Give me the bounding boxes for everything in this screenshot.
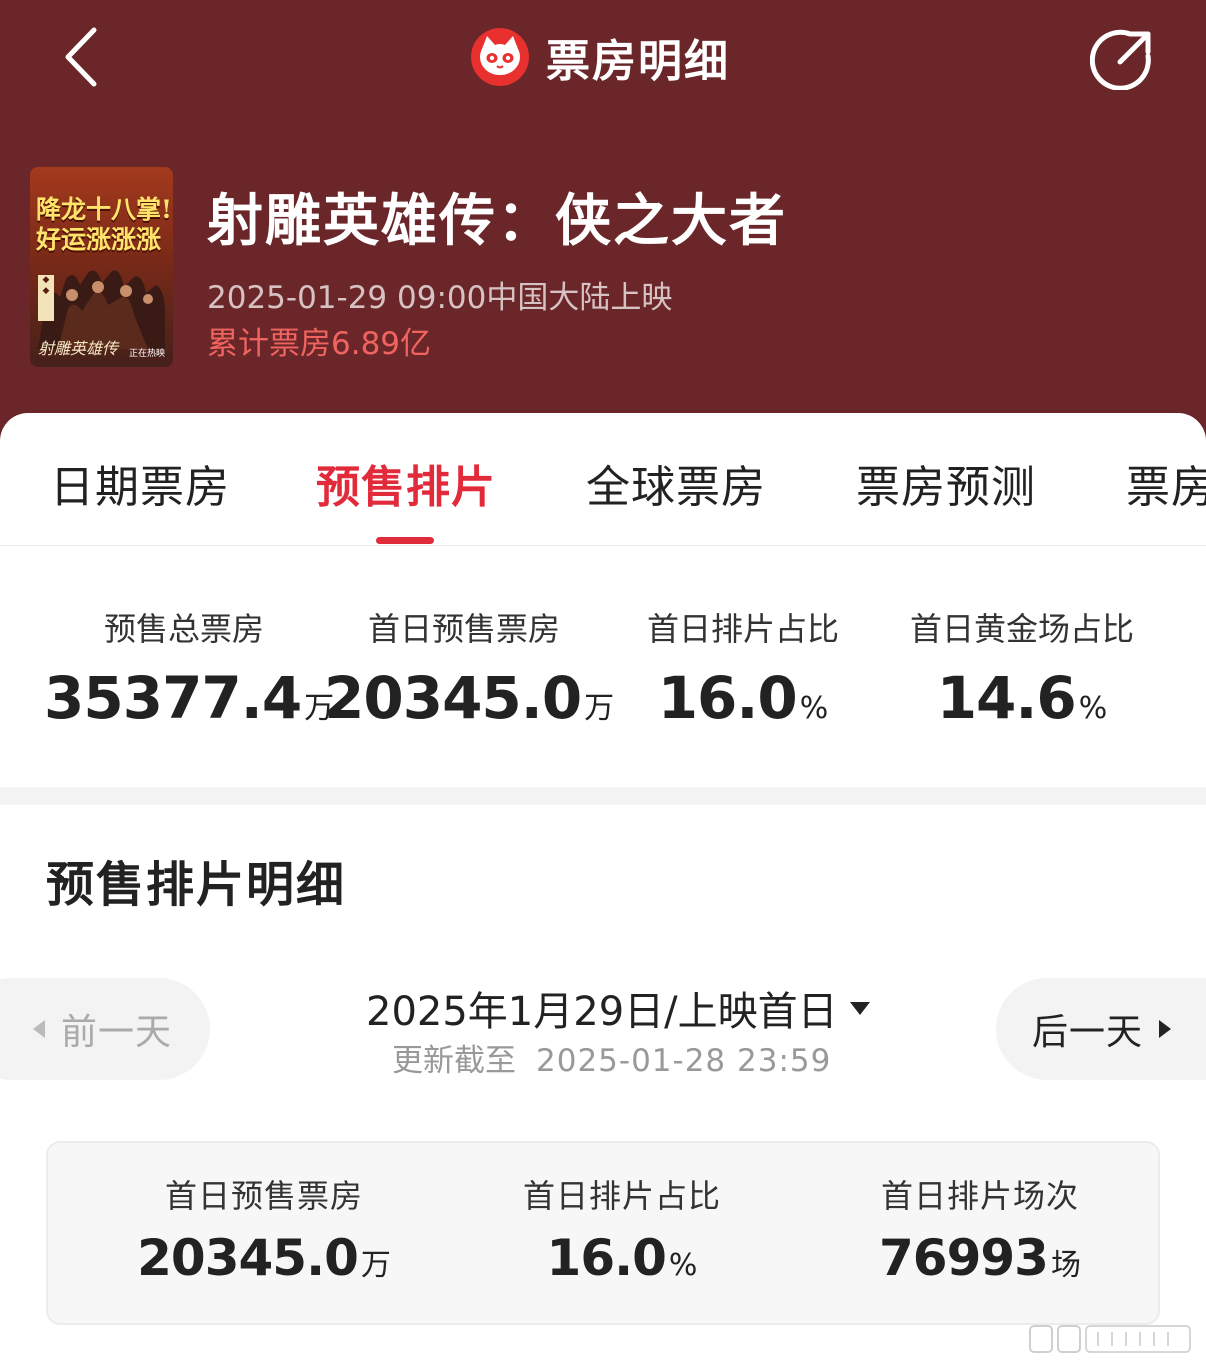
stat-value: 35377.4 万 <box>44 664 334 732</box>
cat-eye-logo-icon <box>471 28 529 86</box>
stat-value: 16.0% <box>603 664 883 732</box>
poster-slogan-line-1: 降龙十八掌! <box>36 195 169 224</box>
movie-poster[interactable]: 降龙十八掌! 好运涨涨涨 ◆ ◆ 射雕英雄传 正在热映 <box>30 167 173 367</box>
next-day-label: 后一天 <box>1032 1012 1144 1053</box>
poster-now-showing-tag: 正在热映 <box>128 349 165 359</box>
detail-first-day-schedule-share: 首日排片占比 16.0% <box>452 1171 792 1287</box>
daily-detail-panel: 首日预售票房 20345.0 万 首日排片占比 16.0% 首日排片场次 7699… <box>46 1141 1160 1325</box>
detail-first-day-presale: 首日预售票房 20345.0 万 <box>94 1171 434 1287</box>
share-icon <box>1089 29 1151 91</box>
tab-bar: 日期票房 预售排片 全球票房 票房预测 票房 <box>0 413 1206 546</box>
chevron-left-icon <box>65 27 97 87</box>
release-info: 2025-01-29 09:00中国大陆上映 <box>207 280 673 316</box>
top-nav: 票房明细 <box>0 0 1206 115</box>
nav-title-group: 票房明细 <box>470 24 730 90</box>
stat-unit: % <box>1078 691 1108 726</box>
update-time: 更新截至 2025-01-28 23:59 <box>392 1035 831 1080</box>
detail-number: 16.0 <box>546 1229 667 1287</box>
active-tab-indicator <box>376 537 434 544</box>
detail-unit: 万 <box>360 1248 391 1283</box>
stat-value: 20345.0 万 <box>324 664 614 732</box>
stat-number: 20345.0 <box>324 664 582 732</box>
stat-first-day-presale: 首日预售票房 20345.0 万 <box>324 604 614 732</box>
stat-first-day-prime-share: 首日黄金场占比 14.6% <box>882 604 1162 732</box>
detail-value: 20345.0 万 <box>94 1229 434 1287</box>
detail-first-day-screenings: 首日排片场次 76993 场 <box>810 1171 1150 1287</box>
date-selector[interactable]: 2025年1月29日/上映首日 <box>366 979 870 1037</box>
content-card: 日期票房 预售排片 全球票房 票房预测 票房 预售总票房 35377.4万 首日… <box>0 413 1206 1366</box>
detail-unit: 场 <box>1050 1248 1081 1283</box>
tab-presale-schedule[interactable]: 预售排片 <box>316 451 496 515</box>
caret-right-icon <box>1159 1020 1172 1038</box>
stat-label: 首日排片占比 <box>646 610 839 648</box>
stat-number: 35377.4 <box>44 664 302 732</box>
detail-number: 76993 <box>879 1229 1049 1287</box>
detail-number: 20345.0 <box>137 1229 359 1287</box>
caret-left-icon <box>32 1020 45 1038</box>
stat-number: 16.0 <box>657 664 798 732</box>
tab-global-box-office[interactable]: 全球票房 <box>586 451 766 515</box>
update-timestamp: 2025-01-28 23:59 <box>536 1043 832 1079</box>
stat-label: 首日预售票房 <box>367 610 560 648</box>
detail-value: 76993 场 <box>810 1229 1150 1287</box>
stat-label: 首日黄金场占比 <box>909 610 1134 648</box>
caret-down-icon <box>849 1001 870 1015</box>
page-title: 票房明细 <box>546 36 730 87</box>
cumulative-box-office: 累计票房6.89亿 <box>207 326 432 362</box>
stat-label: 预售总票房 <box>103 610 264 648</box>
movie-title: 射雕英雄传：侠之大者 <box>207 189 787 254</box>
update-prefix: 更新截至 <box>392 1043 516 1079</box>
current-date-label: 2025年1月29日/上映首日 <box>366 989 838 1035</box>
tab-box-office-forecast[interactable]: 票房预测 <box>856 451 1036 515</box>
back-button[interactable] <box>52 22 108 92</box>
share-button[interactable] <box>1089 26 1154 91</box>
watermark-logo-icon <box>1029 1325 1191 1353</box>
detail-label: 首日预售票房 <box>164 1177 363 1215</box>
tab-daily-box-office[interactable]: 日期票房 <box>50 451 230 515</box>
poster-film-title: 射雕英雄传 <box>38 339 119 358</box>
stat-first-day-schedule-share: 首日排片占比 16.0% <box>603 604 883 732</box>
detail-value: 16.0% <box>452 1229 792 1287</box>
presale-summary: 预售总票房 35377.4 万 首日预售票房 20345.0 万 首日排片占比 16… <box>0 546 1206 786</box>
stat-unit: % <box>799 691 829 726</box>
previous-day-button[interactable]: 前一天 <box>0 978 210 1080</box>
app-root: 票房明细 降龙十八掌! 好运涨涨涨 ◆ ◆ 射雕英雄传 正在热映 射雕英雄传：侠之… <box>0 0 1206 1366</box>
stat-total-presale: 预售总票房 35377.4 万 <box>44 604 334 732</box>
section-divider <box>0 787 1206 805</box>
detail-unit: % <box>668 1248 698 1283</box>
stat-value: 14.6% <box>882 664 1162 732</box>
stat-number: 14.6 <box>936 664 1077 732</box>
poster-slogan-line-2: 好运涨涨涨 <box>36 225 162 254</box>
detail-label: 首日排片占比 <box>522 1177 721 1215</box>
previous-day-label: 前一天 <box>60 1012 172 1053</box>
poster-ribbon: ◆ ◆ <box>38 275 54 321</box>
detail-label: 首日排片场次 <box>880 1177 1079 1215</box>
section-title: 预售排片明细 <box>46 857 347 913</box>
tab-more[interactable]: 票房 <box>1126 451 1206 515</box>
next-day-button[interactable]: 后一天 <box>996 978 1206 1080</box>
